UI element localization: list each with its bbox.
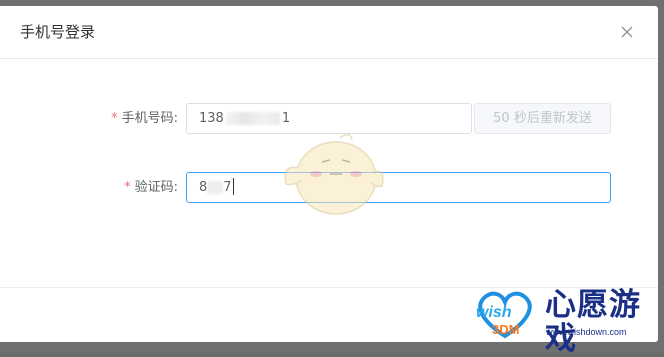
- watermark-url: www.wishdown.com: [546, 327, 627, 337]
- code-value-suffix: 7: [223, 180, 232, 195]
- resend-code-button[interactable]: 50 秒后重新发送: [474, 103, 611, 134]
- code-label: * 验证码:: [124, 179, 178, 197]
- phone-row: * 手机号码:: [0, 103, 178, 135]
- text-caret: [232, 178, 234, 195]
- mascot-watermark-icon: [284, 133, 384, 215]
- redacted-mask: [207, 181, 224, 194]
- code-label-text: 验证码:: [134, 180, 178, 195]
- close-icon[interactable]: [617, 22, 637, 42]
- code-value-prefix: 8: [199, 180, 208, 195]
- phone-value-suffix: 1: [281, 111, 291, 126]
- phone-value-prefix: 138: [199, 111, 224, 126]
- verification-code-input[interactable]: 87: [186, 172, 611, 203]
- redacted-mask: [225, 112, 280, 125]
- watermark-brand-small: 3DM: [492, 322, 520, 337]
- dialog-title: 手机号登录: [20, 23, 96, 41]
- phone-label: * 手机号码:: [111, 110, 178, 128]
- required-mark: *: [124, 180, 131, 195]
- phone-label-text: 手机号码:: [121, 111, 178, 126]
- dialog-header: 手机号登录: [0, 6, 658, 59]
- code-row: * 验证码:: [0, 172, 178, 204]
- required-mark: *: [111, 111, 118, 126]
- watermark-wish: wish: [476, 304, 512, 321]
- watermark-brand: 心愿游戏: [545, 287, 641, 357]
- site-watermark: wish 3DM 心愿游戏 www.wishdown.com: [470, 284, 660, 356]
